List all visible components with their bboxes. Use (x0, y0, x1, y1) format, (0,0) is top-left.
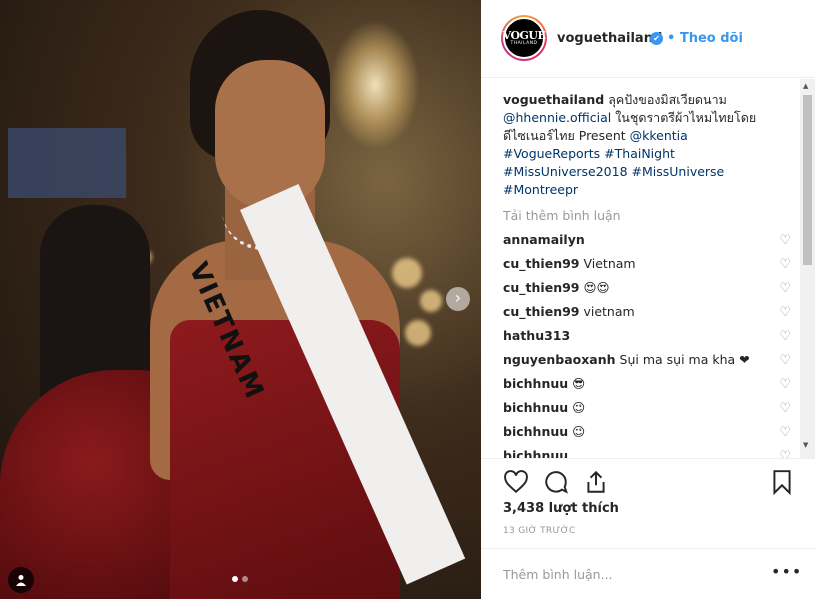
post-header: VOGUE THAILAND voguethailand ✔ • Theo dõ… (481, 0, 815, 78)
comment-row: cu_thien99 Vietnam ♡ (503, 256, 803, 276)
caption-mention[interactable]: @kkentia (630, 128, 688, 143)
comment-row: annamailyn ♡ (503, 232, 803, 252)
comment-username[interactable]: bichhnuu (503, 400, 568, 415)
comment-username[interactable]: bichhnuu (503, 448, 568, 458)
comment-text: 😎 (568, 376, 586, 391)
share-icon[interactable] (583, 469, 609, 495)
comment-text: vietnam (579, 304, 635, 319)
post-photo[interactable]: VIETNAM › (0, 0, 481, 599)
avatar-sub: THAILAND (510, 41, 538, 46)
comment-like-heart-icon[interactable]: ♡ (779, 233, 791, 248)
comment-like-heart-icon[interactable]: ♡ (779, 281, 791, 296)
bokeh-light (392, 258, 422, 288)
scroll-down-arrow-icon[interactable]: ▼ (803, 441, 808, 449)
comment-username[interactable]: annamailyn (503, 232, 585, 247)
comment-row: cu_thien99 vietnam ♡ (503, 304, 803, 324)
carousel-dot (242, 576, 248, 582)
next-image-arrow-icon[interactable]: › (446, 287, 470, 311)
load-more-comments[interactable]: Tải thêm bình luận (503, 208, 621, 223)
more-options-icon[interactable]: ••• (771, 562, 802, 581)
header-username[interactable]: voguethailand (557, 31, 662, 46)
bookmark-icon[interactable] (769, 469, 795, 495)
carousel-dot-active (232, 576, 238, 582)
comment-like-heart-icon[interactable]: ♡ (779, 449, 791, 458)
comment-like-heart-icon[interactable]: ♡ (779, 401, 791, 416)
avatar[interactable]: VOGUE THAILAND (501, 15, 547, 61)
comment-input[interactable]: Thêm bình luận... (503, 567, 613, 582)
carousel-dots (232, 576, 248, 582)
comment-like-heart-icon[interactable]: ♡ (779, 377, 791, 392)
scroll-thumb[interactable] (803, 95, 812, 265)
comment-username[interactable]: bichhnuu (503, 424, 568, 439)
post-timestamp: 13 GIỜ TRƯỚC (503, 526, 576, 536)
caption-hashtags[interactable]: #Montreepr (503, 182, 578, 197)
comment-row: bichhnuu ♡ (503, 448, 803, 458)
comment-text: 😍😍 (579, 280, 610, 295)
avatar-logo: VOGUE (502, 29, 546, 42)
bokeh-light (420, 290, 442, 312)
comment-text: 😉 (568, 400, 586, 415)
background-screen (8, 128, 126, 198)
comment-text: 😉 (568, 424, 586, 439)
verified-icon: ✔ (650, 32, 663, 45)
chandelier-light (330, 20, 420, 150)
post-actions: 3,438 lượt thích 13 GIỜ TRƯỚC (481, 458, 815, 548)
comments-section: voguethailand ลุคปังของมิสเวียดนาม @hhen… (481, 79, 815, 458)
person-tag-icon[interactable] (8, 567, 34, 593)
likes-count[interactable]: 3,438 lượt thích (503, 501, 619, 516)
comment-row: bichhnuu 😎 ♡ (503, 376, 803, 396)
comment-row: hathu313 ♡ (503, 328, 803, 348)
comment-username[interactable]: bichhnuu (503, 376, 568, 391)
comment-username[interactable]: cu_thien99 (503, 304, 580, 319)
comment-username[interactable]: nguyenbaoxanh (503, 352, 616, 367)
comment-like-heart-icon[interactable]: ♡ (779, 329, 791, 344)
comments-scrollbar[interactable]: ▲ ▼ (800, 79, 815, 458)
comment-like-heart-icon[interactable]: ♡ (779, 353, 791, 368)
post-caption: voguethailand ลุคปังของมิสเวียดนาม @hhen… (503, 91, 803, 199)
comment-like-heart-icon[interactable]: ♡ (779, 257, 791, 272)
follow-button[interactable]: • Theo dõi (667, 31, 743, 46)
comment-row: bichhnuu 😉 ♡ (503, 400, 803, 420)
scroll-up-arrow-icon[interactable]: ▲ (803, 82, 808, 90)
comment-row: bichhnuu 😉 ♡ (503, 424, 803, 444)
add-comment-area: Thêm bình luận... ••• (481, 548, 815, 599)
caption-text: ลุคปังของมิสเวียดนาม (604, 92, 727, 107)
comment-icon[interactable] (543, 469, 569, 495)
comment-username[interactable]: hathu313 (503, 328, 570, 343)
post-sidebar: VOGUE THAILAND voguethailand ✔ • Theo dõ… (481, 0, 815, 599)
comment-username[interactable]: cu_thien99 (503, 280, 580, 295)
caption-mention[interactable]: @hhennie.official (503, 110, 611, 125)
comment-row: nguyenbaoxanh Sụi ma sụi ma kha ❤ ♡ (503, 352, 803, 372)
heart-icon[interactable] (503, 469, 529, 495)
comment-row: cu_thien99 😍😍 ♡ (503, 280, 803, 300)
caption-hashtags[interactable]: #MissUniverse2018 #MissUniverse (503, 164, 724, 179)
caption-username[interactable]: voguethailand (503, 92, 604, 107)
comment-like-heart-icon[interactable]: ♡ (779, 305, 791, 320)
caption-hashtags[interactable]: #VogueReports #ThaiNight (503, 146, 675, 161)
model-face (215, 60, 325, 210)
comment-like-heart-icon[interactable]: ♡ (779, 425, 791, 440)
bokeh-light (405, 320, 431, 346)
comment-text: Vietnam (579, 256, 636, 271)
comment-text: Sụi ma sụi ma kha ❤ (615, 352, 750, 367)
comment-username[interactable]: cu_thien99 (503, 256, 580, 271)
